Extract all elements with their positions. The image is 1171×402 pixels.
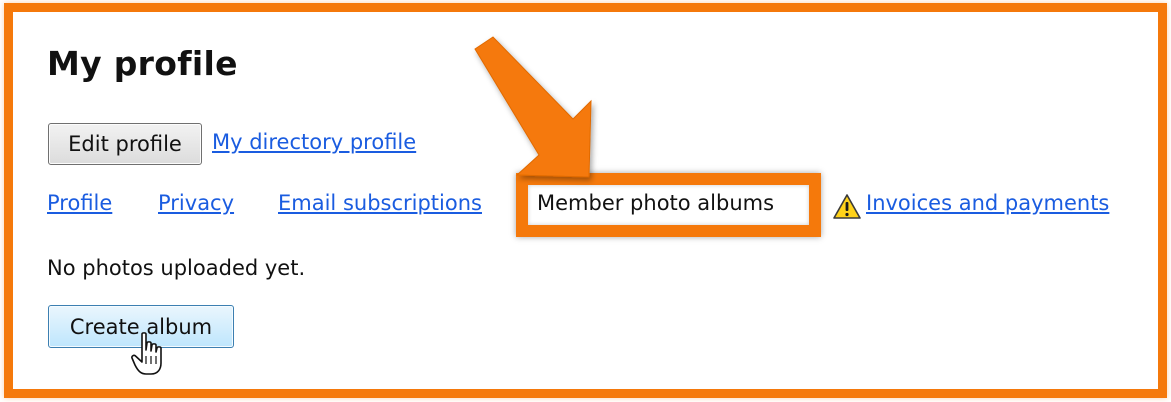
directory-profile-link[interactable]: My directory profile [212, 130, 416, 154]
hand-pointer-icon [131, 332, 162, 375]
tab-invoices-and-payments[interactable]: Invoices and payments [866, 191, 1109, 215]
tab-privacy[interactable]: Privacy [158, 191, 234, 215]
tab-email-subscriptions[interactable]: Email subscriptions [278, 191, 482, 215]
callout-arrow-icon [474, 36, 592, 178]
no-photos-message: No photos uploaded yet. [47, 256, 306, 280]
edit-profile-button[interactable]: Edit profile [48, 123, 202, 165]
tab-profile[interactable]: Profile [47, 191, 112, 215]
warning-icon [833, 194, 861, 219]
page-title: My profile [47, 44, 238, 83]
